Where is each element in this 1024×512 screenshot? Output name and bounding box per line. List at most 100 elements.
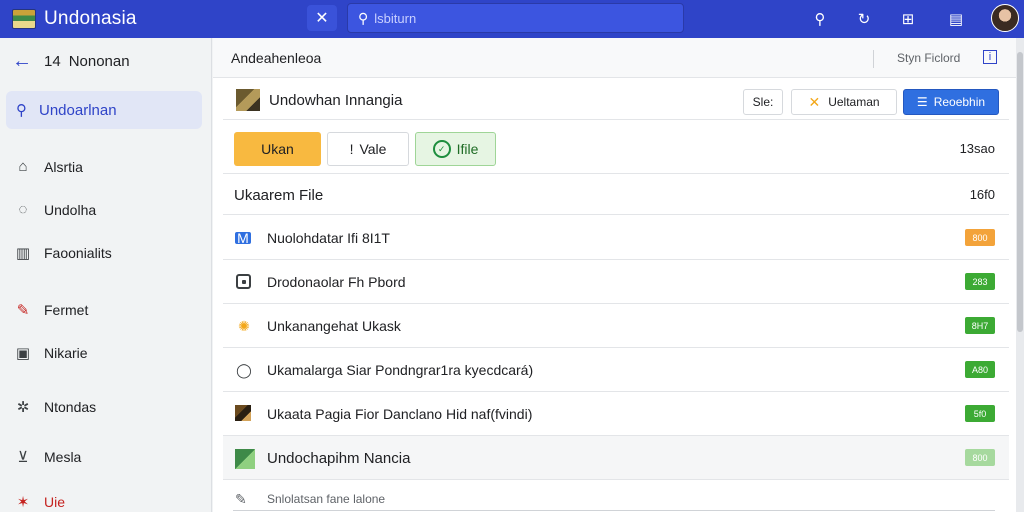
scrollbar[interactable]: [1016, 38, 1024, 512]
main-panel: Andeahenleoa Styn Ficlord i Undowhan Inn…: [213, 38, 1016, 512]
status-badge: 800: [965, 229, 995, 246]
primary-button[interactable]: ☰ Reoebhin: [903, 89, 999, 115]
action-value: 13sao: [959, 141, 995, 156]
list-item[interactable]: Undochapihm Nancia 800: [223, 436, 1009, 480]
list-item-partial[interactable]: ✎ Snlolatsan fane lalone: [223, 481, 1009, 512]
sidebar-item-undolha[interactable]: ◌ Undolha: [14, 201, 97, 218]
primary-button-label: Reoebhin: [933, 95, 986, 109]
green-picture-icon: [235, 449, 255, 469]
value-button-label: Vale: [359, 141, 387, 157]
star-icon: ✶: [16, 494, 30, 511]
sidebar-search[interactable]: ⚲ Undoarlnan: [6, 91, 202, 129]
sidebar-item-nikarie[interactable]: ▣ Nikarie: [14, 344, 88, 362]
list-item[interactable]: ◯ Ukamalarga Siar Pondngrar1ra kyecdcará…: [223, 348, 1009, 392]
search-box[interactable]: ⚲: [347, 3, 684, 33]
app-logo: [12, 9, 36, 29]
back-number: 14: [44, 53, 61, 70]
main-header: Andeahenleoa Styn Ficlord i: [213, 38, 1016, 78]
status-badge: 8H7: [965, 317, 995, 334]
list-item[interactable]: M Nuolohdatar Ifi 8I1T 800: [223, 216, 1009, 260]
top-bar: Undonasia ✕ ⚲ ⚲ ↻ ⊞ ▤: [0, 0, 1024, 38]
sidebar-item-fermet[interactable]: ✎ Fermet: [14, 301, 89, 319]
search-icon: ⚲: [358, 9, 369, 26]
chat-icon: ◌: [18, 201, 28, 218]
sidebar-item-label: Alsrtia: [44, 158, 83, 175]
list-item-text: Snlolatsan fane lalone: [267, 492, 386, 506]
back-button[interactable]: ← 14 Nononan: [12, 50, 130, 73]
file-header-value: 16f0: [969, 187, 995, 202]
header-divider: [873, 50, 874, 68]
close-icon: ✕: [315, 10, 329, 27]
pencil-icon: ✎: [235, 491, 247, 507]
search-input[interactable]: [374, 10, 665, 26]
chat-bubble-icon: ◯: [236, 361, 252, 378]
pin-icon: ǃ: [349, 141, 354, 157]
file-button-label: Ifile: [456, 141, 479, 157]
breadcrumb: Andeahenleoa: [231, 49, 322, 66]
value-button[interactable]: ǃ Vale: [327, 132, 409, 166]
sidebar-item-label: Fermet: [44, 302, 89, 318]
grid-icon: ⊞: [901, 11, 915, 28]
chart-icon: ▥: [15, 245, 31, 262]
refresh-button[interactable]: ↻: [852, 7, 876, 31]
site-button[interactable]: Sle:: [743, 89, 783, 115]
check-circle-icon: ✓: [432, 140, 451, 158]
scrollbar-thumb[interactable]: [1017, 52, 1023, 332]
status-badge: A80: [965, 361, 995, 378]
orange-action-button[interactable]: Ukan: [234, 132, 321, 166]
briefcase-icon: ▣: [15, 345, 31, 362]
sidebar-search-label: Undoarlnan: [39, 101, 117, 119]
dismiss-button-label: Ueltaman: [828, 95, 880, 109]
list-item-text: Nuolohdatar Ifi 8I1T: [267, 230, 390, 246]
list-icon: ☰: [916, 95, 928, 109]
info-icon[interactable]: i: [983, 50, 997, 64]
close-button[interactable]: ✕: [307, 5, 337, 31]
app-title: Undonasia: [44, 8, 137, 29]
search-button[interactable]: ⚲: [808, 7, 832, 31]
back-label: Nononan: [68, 53, 130, 70]
download-icon: ⊻: [17, 449, 29, 466]
site-button-label: Sle:: [752, 95, 774, 109]
list-item-text: Unkanangehat Ukask: [267, 318, 401, 334]
sidebar-item-label: Mesla: [44, 449, 82, 465]
avatar[interactable]: [991, 4, 1019, 32]
list-item[interactable]: Ukaata Pagia Fior Danclano Hid naf(fvind…: [223, 392, 1009, 436]
sign-label[interactable]: Styn Ficlord: [897, 51, 960, 65]
sidebar-item-ntondas[interactable]: ✲ Ntondas: [14, 398, 96, 416]
sidebar-item-faoonialits[interactable]: ▥ Faoonialits: [14, 244, 112, 262]
sidebar-item-mesla[interactable]: ⊻ Mesla: [14, 448, 82, 466]
list-item-text: Drodonaolar Fh Pbord: [267, 274, 406, 290]
status-badge: 283: [965, 273, 995, 290]
search-icon: ⚲: [814, 11, 826, 28]
file-header-row: Ukaarem File 16f0: [223, 175, 1009, 215]
document-thumbnail: [236, 89, 260, 111]
picture-icon: [235, 405, 251, 421]
menu-button[interactable]: ▤: [944, 7, 968, 31]
grid-button[interactable]: ⊞: [896, 7, 920, 31]
square-icon: [236, 274, 251, 289]
divider: [233, 510, 995, 511]
sidebar-item-label: Uie: [44, 494, 66, 510]
settings-icon: ✲: [16, 399, 30, 416]
sidebar-item-alsrtia[interactable]: ⌂ Alsrtia: [14, 158, 83, 175]
dismiss-button[interactable]: ✕ Ueltaman: [791, 89, 897, 115]
close-icon: ✕: [808, 93, 821, 110]
sidebar-item-label: Faoonialits: [44, 245, 112, 261]
sidebar: ← 14 Nononan ⚲ Undoarlnan ⌂ Alsrtia ◌ Un…: [0, 38, 212, 512]
list-item[interactable]: ✺ Unkanangehat Ukask 8H7: [223, 304, 1009, 348]
search-icon: ⚲: [16, 102, 27, 119]
file-button[interactable]: ✓ Ifile: [415, 132, 496, 166]
document-title: Undowhan Innangia: [269, 92, 403, 109]
action-row: Ukan ǃ Vale ✓ Ifile 13sao: [223, 122, 1009, 174]
list-item[interactable]: Drodonaolar Fh Pbord 283: [223, 260, 1009, 304]
mail-icon: M: [235, 230, 251, 246]
document-row: Undowhan Innangia Sle: ✕ Ueltaman ☰ Reoe…: [223, 80, 1009, 120]
list-item-text: Ukamalarga Siar Pondngrar1ra kyecdcará): [267, 362, 534, 378]
home-icon: ⌂: [18, 158, 28, 175]
orange-action-label: Ukan: [261, 141, 294, 157]
sidebar-item-uie[interactable]: ✶ Uie: [14, 493, 65, 511]
status-badge: 800: [965, 449, 995, 466]
sidebar-item-label: Ntondas: [44, 399, 97, 415]
pencil-icon: ✎: [16, 302, 30, 319]
list-item-text: Ukaata Pagia Fior Danclano Hid naf(fvind…: [267, 406, 533, 422]
